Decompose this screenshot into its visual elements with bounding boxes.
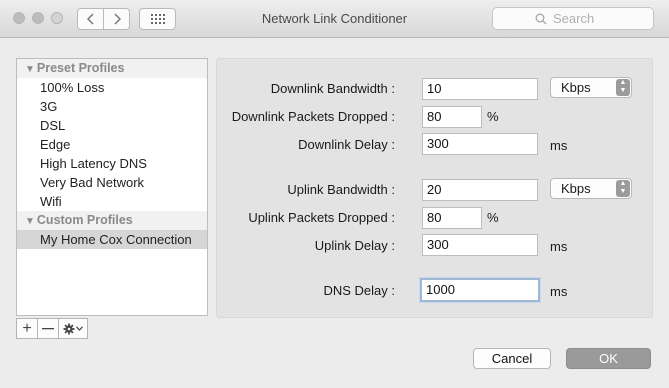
- custom-profiles-label: Custom Profiles: [36, 213, 133, 227]
- profile-item-very-bad-network[interactable]: Very Bad Network: [17, 173, 207, 192]
- list-toolbar: +: [16, 318, 88, 339]
- uplink-delay-field[interactable]: 300: [422, 234, 538, 256]
- up-down-arrows-icon: ▲ ▼: [616, 180, 630, 197]
- ok-button[interactable]: OK: [566, 348, 651, 369]
- uplink-packets-dropped-field[interactable]: 80: [422, 207, 482, 229]
- profile-item-my-home-cox-connection[interactable]: My Home Cox Connection: [17, 230, 207, 249]
- dns-delay-label: DNS Delay :: [323, 283, 395, 298]
- uplink-packets-dropped-label: Uplink Packets Dropped :: [248, 210, 395, 225]
- window: Network Link Conditioner Search ▼ Preset …: [0, 0, 669, 388]
- minus-icon: [42, 327, 54, 329]
- up-down-arrows-icon: ▲ ▼: [616, 79, 630, 96]
- downlink-bandwidth-unit-select[interactable]: Kbps ▲ ▼: [550, 77, 632, 98]
- profile-item-edge[interactable]: Edge: [17, 135, 207, 154]
- downlink-dropped-unit: %: [487, 109, 499, 124]
- profile-item-dsl[interactable]: DSL: [17, 116, 207, 135]
- profile-item-100-loss[interactable]: 100% Loss: [17, 78, 207, 97]
- uplink-dropped-unit: %: [487, 210, 499, 225]
- downlink-bandwidth-label: Downlink Bandwidth :: [270, 81, 395, 96]
- uplink-bandwidth-unit-value: Kbps: [561, 181, 591, 196]
- gear-icon: [63, 323, 75, 334]
- search-icon: [535, 13, 547, 24]
- profile-item-wifi[interactable]: Wifi: [17, 192, 207, 211]
- preset-profiles-label: Preset Profiles: [36, 61, 125, 75]
- uplink-bandwidth-label: Uplink Bandwidth :: [287, 182, 395, 197]
- downlink-packets-dropped-field[interactable]: 80: [422, 106, 482, 128]
- chevron-down-icon: [76, 326, 83, 331]
- profile-item-3g[interactable]: 3G: [17, 97, 207, 116]
- search-field[interactable]: Search: [492, 7, 654, 30]
- profile-item-high-latency-dns[interactable]: High Latency DNS: [17, 154, 207, 173]
- dns-delay-unit: ms: [550, 284, 568, 299]
- title-bar: Network Link Conditioner Search: [0, 0, 669, 38]
- cancel-button[interactable]: Cancel: [473, 348, 551, 369]
- profiles-list: ▼ Preset Profiles 100% Loss 3G DSL Edge H…: [16, 58, 208, 316]
- custom-profiles-header[interactable]: ▼ Custom Profiles: [17, 211, 207, 230]
- downlink-bandwidth-field[interactable]: 10: [422, 78, 538, 100]
- search-placeholder: Search: [553, 11, 595, 26]
- uplink-bandwidth-field[interactable]: 20: [422, 179, 538, 201]
- add-profile-button[interactable]: +: [16, 318, 38, 339]
- preset-profiles-header[interactable]: ▼ Preset Profiles: [17, 59, 207, 78]
- downlink-packets-dropped-label: Downlink Packets Dropped :: [231, 109, 395, 124]
- settings-panel: Downlink Bandwidth : 10 Kbps ▲ ▼ Downlink…: [216, 58, 653, 318]
- dns-delay-field[interactable]: 1000: [420, 278, 540, 302]
- downlink-bandwidth-unit-value: Kbps: [561, 80, 591, 95]
- uplink-bandwidth-unit-select[interactable]: Kbps ▲ ▼: [550, 178, 632, 199]
- downlink-delay-label: Downlink Delay :: [298, 137, 395, 152]
- downlink-delay-unit: ms: [550, 138, 568, 153]
- remove-profile-button[interactable]: [37, 318, 59, 339]
- uplink-delay-label: Uplink Delay :: [314, 238, 395, 253]
- disclosure-triangle-icon[interactable]: ▼: [25, 216, 35, 227]
- action-menu-button[interactable]: [58, 318, 88, 339]
- disclosure-triangle-icon[interactable]: ▼: [25, 64, 35, 75]
- downlink-delay-field[interactable]: 300: [422, 133, 538, 155]
- uplink-delay-unit: ms: [550, 239, 568, 254]
